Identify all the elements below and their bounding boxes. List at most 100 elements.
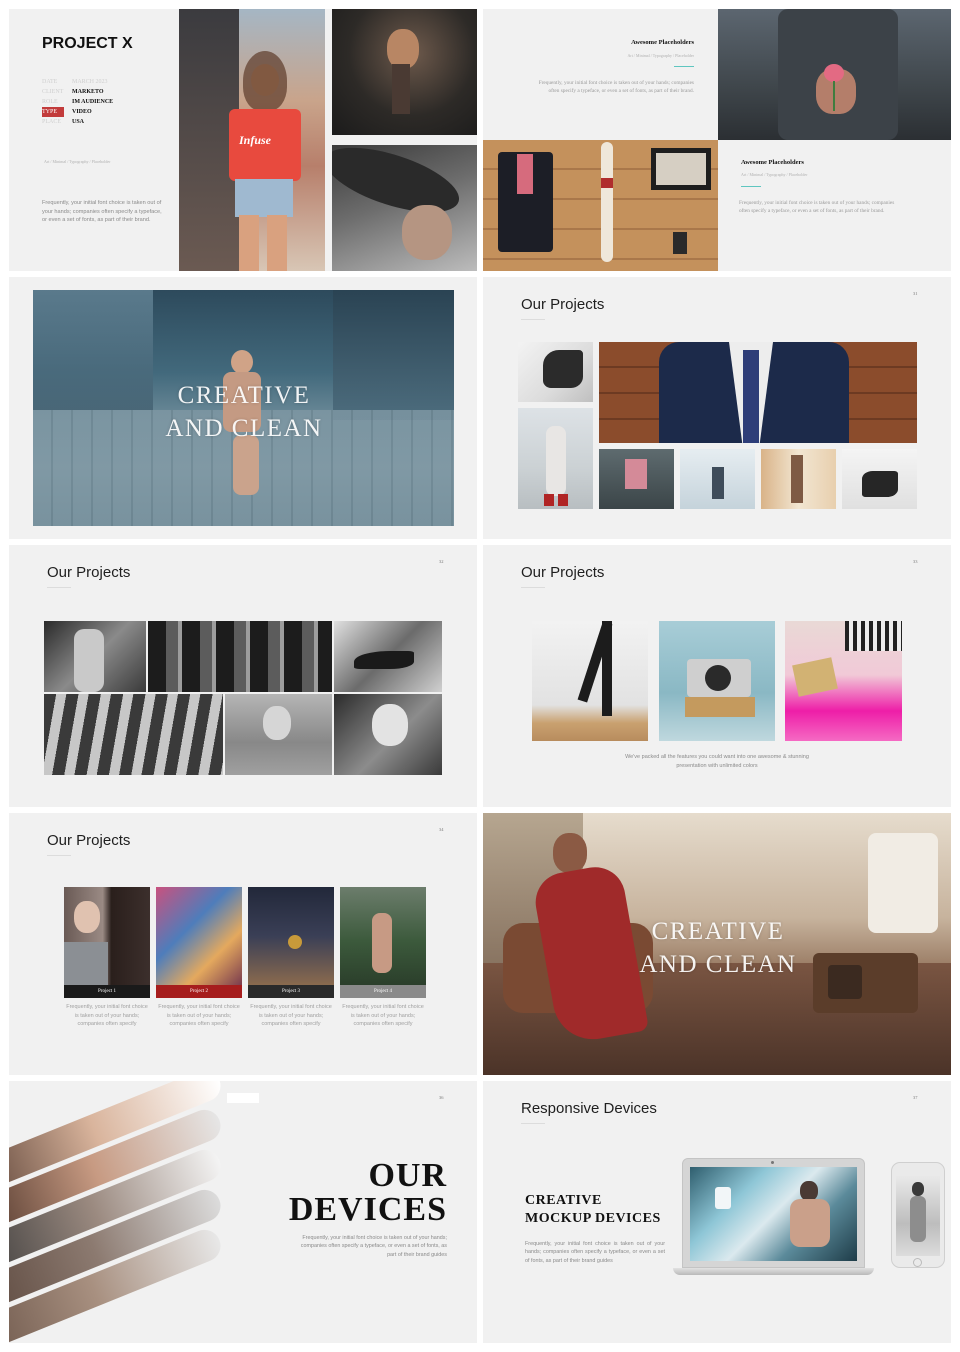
- placeholder-body-top: Frequently, your initial font choice is …: [538, 80, 694, 95]
- creative-clean-heading-urban: CREATIVE AND CLEAN: [119, 380, 369, 445]
- project-description: Frequently, your initial font choice is …: [250, 1004, 332, 1028]
- phone-mockup: [891, 1162, 945, 1268]
- page-number: 36: [439, 1095, 444, 1100]
- photo-bw-woman-smoking: [334, 694, 442, 775]
- project-description: Frequently, your initial font choice is …: [158, 1004, 240, 1028]
- devices-body: Frequently, your initial font choice is …: [300, 1235, 447, 1258]
- project-description: Frequently, your initial font choice is …: [66, 1004, 148, 1028]
- project-card-2[interactable]: Project 2 Frequently, your initial font …: [156, 887, 242, 1029]
- photo-sneakers-white: [842, 449, 917, 509]
- project-card-3[interactable]: Project 3 Frequently, your initial font …: [248, 887, 334, 1029]
- photo-jacket-and-oar: [483, 140, 718, 271]
- photo-man-tying-shoe: [248, 887, 334, 985]
- slide-title: Our Projects: [521, 296, 605, 313]
- photo-bw-woman-portrait: [225, 694, 332, 775]
- slide-title: Responsive Devices: [521, 1100, 657, 1117]
- mockup-heading: CREATIVE MOCKUP DEVICES: [525, 1192, 661, 1228]
- creative-clean-heading-red: CREATIVE AND CLEAN: [593, 916, 843, 981]
- project-tags: Art / Minimal / Typography / Placeholder: [44, 159, 111, 164]
- slide-title: Our Projects: [47, 832, 131, 849]
- photo-two-women: [64, 887, 150, 985]
- project-card-4[interactable]: Project 4 Frequently, your initial font …: [340, 887, 426, 1029]
- project-description: Frequently, your initial font choice is …: [342, 1004, 424, 1028]
- title-underline: [47, 855, 71, 856]
- photo-colorful-jacket: [156, 887, 242, 985]
- phone-home-button: [913, 1258, 922, 1267]
- photo-bw-high-heels: [334, 621, 442, 692]
- page-number: 34: [439, 827, 444, 832]
- mockup-body: Frequently, your initial font choice is …: [525, 1241, 665, 1264]
- title-underline: [521, 319, 545, 320]
- photo-bw-men-suits: [148, 621, 332, 692]
- photo-man-adjusting-tie: [332, 9, 477, 135]
- project-description: Frequently, your initial font choice is …: [42, 200, 162, 224]
- projects-caption: We've packed all the features you could …: [625, 754, 809, 769]
- meta-row-client: CLIENT MARKETO: [42, 89, 104, 95]
- project-card-1[interactable]: Project 1 Frequently, your initial font …: [64, 887, 150, 1029]
- slide-creative-clean-urban: CREATIVE AND CLEAN: [9, 277, 477, 539]
- photo-woman-winter-coat: [518, 408, 593, 509]
- page-number: 33: [913, 559, 918, 564]
- shirt-print-text: Infuse: [239, 133, 272, 147]
- devices-heading: OUR DEVICES: [239, 1159, 447, 1227]
- page-number: 37: [913, 1095, 918, 1100]
- photo-bw-women-group: [44, 621, 146, 692]
- page-number: 32: [439, 559, 444, 564]
- photo-man-navy-suit: [599, 342, 917, 443]
- laptop-camera-dot: [771, 1161, 774, 1164]
- slide-our-projects-bw: Our Projects 32: [9, 545, 477, 807]
- photo-woman-window: [761, 449, 836, 509]
- project-label: Project 3: [248, 985, 334, 998]
- photo-woman-red-shirt: Infuse: [179, 9, 325, 271]
- title-underline: [47, 587, 71, 588]
- project-title: PROJECT X: [42, 35, 133, 52]
- photo-woman-black-hat: [332, 145, 477, 271]
- meta-row-place: PLACE USA: [42, 119, 85, 125]
- accent-line-top: [674, 66, 694, 67]
- photo-hands-holding-rose: [718, 9, 951, 140]
- slide-our-projects-cards: Our Projects 34 Project 1 Frequently, yo…: [9, 813, 477, 1075]
- and-clean-line: AND CLEAN: [165, 414, 323, 442]
- photo-bw-legs-sofa: [44, 694, 223, 775]
- laptop-mockup: [682, 1158, 865, 1268]
- title-underline: [521, 587, 545, 588]
- slide-our-projects-three: Our Projects 33 We've packed all the fea…: [483, 545, 951, 807]
- devices-line: DEVICES: [288, 1191, 447, 1228]
- photo-vintage-camera: [659, 621, 775, 741]
- meta-row-date: DATE MARCH 2023: [42, 79, 108, 85]
- photo-woman-pink-top: [599, 449, 674, 509]
- slide-title: Our Projects: [521, 564, 605, 581]
- project-label: Project 2: [156, 985, 242, 998]
- placeholder-heading-bottom: Awesome Placeholders: [741, 159, 804, 166]
- meta-row-role: ROLE IM AUDIENCE: [42, 99, 114, 105]
- white-label-box: [227, 1093, 259, 1103]
- slide-our-devices: 36 OUR DEVICES Frequently, your initial …: [9, 1081, 477, 1343]
- slide-title: Our Projects: [47, 564, 131, 581]
- accent-line-bottom: [741, 186, 761, 187]
- slide-project-x: PROJECT X DATE MARCH 2023 CLIENT MARKETO R…: [9, 9, 477, 271]
- photo-pink-gift-wrap: [785, 621, 902, 741]
- and-clean-line: AND CLEAN: [639, 950, 797, 978]
- title-underline: [521, 1123, 545, 1124]
- slide-our-projects-collage: Our Projects 31: [483, 277, 951, 539]
- slide-creative-clean-red-dress: CREATIVE AND CLEAN: [483, 813, 951, 1075]
- meta-row-type: TYPE VIDEO: [42, 107, 92, 117]
- photo-black-shoes-fur: [518, 342, 593, 402]
- creative-line: CREATIVE: [177, 382, 311, 409]
- our-line: OUR: [368, 1157, 447, 1194]
- mockup-line-2: MOCKUP DEVICES: [525, 1211, 661, 1227]
- photo-woman-snow: [680, 449, 755, 509]
- laptop-base: [673, 1268, 874, 1275]
- project-label: Project 1: [64, 985, 150, 998]
- mockup-line-1: CREATIVE: [525, 1193, 602, 1208]
- page-number: 31: [913, 291, 918, 296]
- project-label: Project 4: [340, 985, 426, 998]
- placeholder-heading-top: Awesome Placeholders: [631, 39, 694, 46]
- placeholder-tags-top: Art / Minimal / Typography / Placeholder: [627, 53, 694, 58]
- creative-line: CREATIVE: [651, 918, 785, 945]
- phone-screen-photo: [896, 1176, 940, 1256]
- photo-legs-black-heels: [532, 621, 648, 741]
- project-meta-list: DATE MARCH 2023 CLIENT MARKETO ROLE IM AUDI…: [42, 77, 113, 127]
- placeholder-body-bottom: Frequently, your initial font choice is …: [739, 200, 895, 215]
- laptop-screen-photo: [690, 1167, 857, 1261]
